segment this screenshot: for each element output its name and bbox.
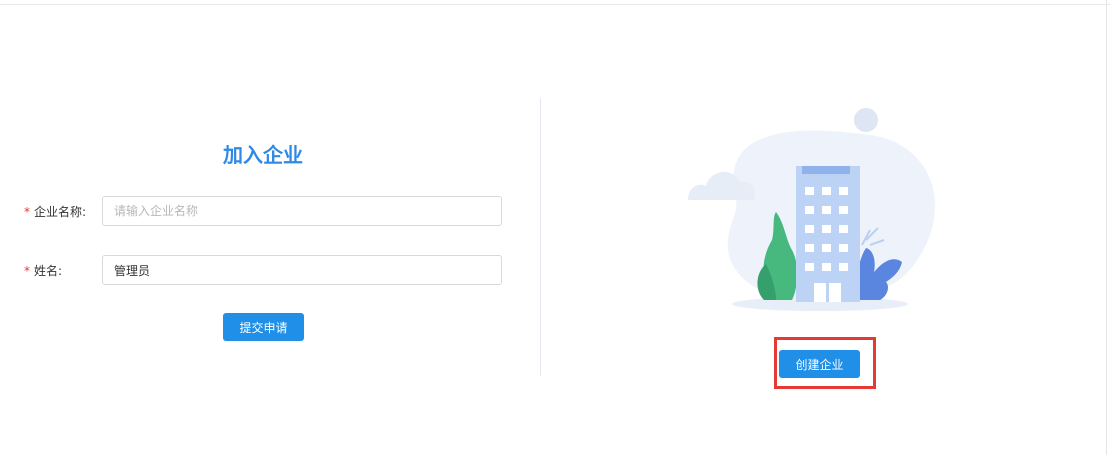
company-name-input[interactable] [102,196,502,226]
create-company-button[interactable]: 创建企业 [779,350,860,378]
name-input[interactable] [102,255,502,285]
required-mark: * [24,264,30,278]
name-label-text: 姓名: [34,264,63,278]
office-building-icon [688,108,935,311]
name-label: * 姓名: [24,262,62,279]
right-border [1106,0,1107,455]
submit-application-button[interactable]: 提交申请 [223,313,304,341]
top-border [0,4,1110,5]
vertical-divider [540,98,541,376]
company-name-label-text: 企业名称: [34,205,87,219]
form-title: 加入企业 [223,143,303,167]
company-name-label: * 企业名称: [24,203,86,220]
required-mark: * [24,205,30,219]
